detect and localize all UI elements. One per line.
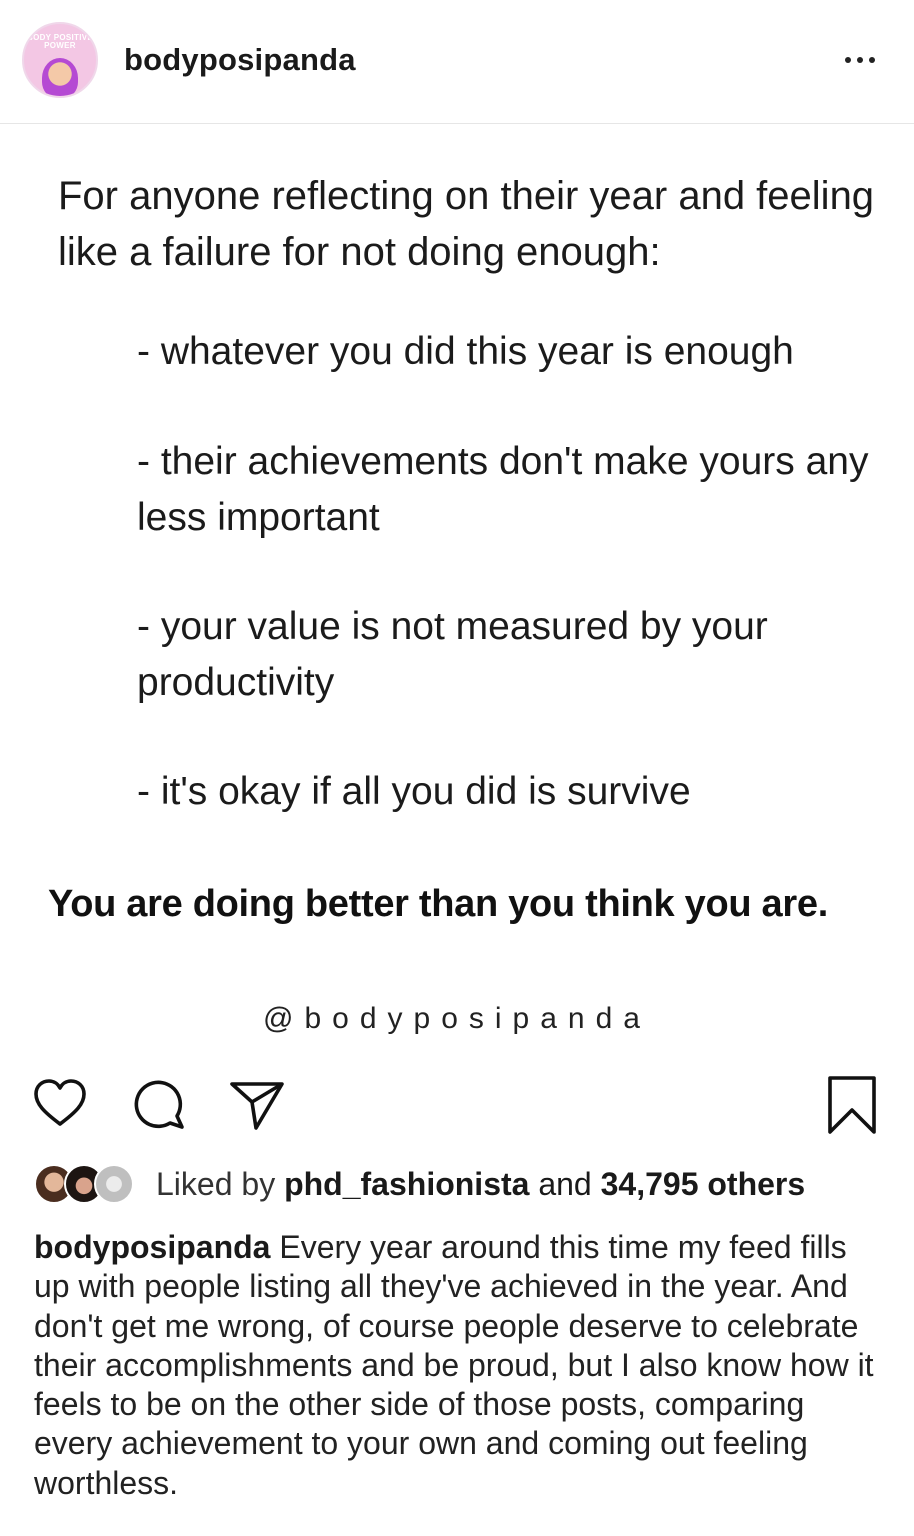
likes-text[interactable]: Liked by phd_fashionista and 34,795 othe… [156,1166,805,1203]
bookmark-icon[interactable] [822,1074,882,1134]
post-bullet: - it's okay if all you did is survive [137,770,691,813]
likes-count[interactable]: 34,795 others [601,1166,806,1202]
post-image[interactable]: For anyone reflecting on their year and … [0,124,914,1066]
more-options-icon[interactable] [840,52,880,68]
avatar[interactable]: BODY POSITIVE POWER [22,22,98,98]
post-intro-text: For anyone reflecting on their year and … [58,174,875,274]
post-emphasis-text: You are doing better than you think you … [48,883,828,925]
share-icon[interactable] [226,1074,286,1134]
likes-connector: and [538,1166,592,1202]
more-dot [857,57,863,63]
liker-username[interactable]: phd_fashionista [284,1166,529,1202]
likes-row: Liked by phd_fashionista and 34,795 othe… [34,1160,884,1216]
post-bullet: - whatever you did this year is enough [137,330,794,373]
post-bullet: - their achievements don't make yours an… [137,440,869,539]
avatar-label: BODY POSITIVE POWER [27,33,93,50]
avatar-photo [42,58,78,96]
post-watermark-handle: @bodyposipanda [263,1002,651,1035]
liker-avatar[interactable] [94,1164,134,1204]
comment-icon[interactable] [128,1074,188,1134]
username-link[interactable]: bodyposipanda [124,42,356,78]
post-caption: bodyposipanda Every year around this tim… [34,1228,884,1503]
action-bar [0,1066,914,1146]
caption-text: Every year around this time my feed fill… [34,1229,874,1501]
more-dot [869,57,875,63]
post-bullet: - your value is not measured by your pro… [137,605,768,704]
liked-by-label: Liked by [156,1166,276,1202]
post-header: BODY POSITIVE POWER bodyposipanda [0,0,914,124]
heart-icon[interactable] [30,1074,90,1134]
caption-username[interactable]: bodyposipanda [34,1229,270,1265]
more-dot [845,57,851,63]
